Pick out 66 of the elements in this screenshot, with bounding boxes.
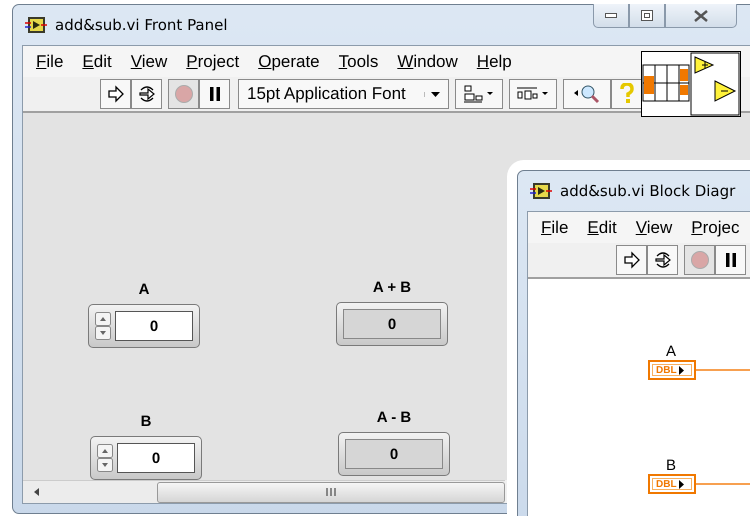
menu-item[interactable]: Operate: [258, 52, 320, 72]
stop-sign-icon: [690, 250, 710, 270]
maximize-button[interactable]: [629, 4, 665, 28]
restore-icon: [641, 10, 653, 21]
scrollbar-thumb[interactable]: [157, 482, 505, 502]
dropdown-arrow-icon: [424, 92, 440, 96]
terminal-label: B: [666, 457, 676, 474]
output-arrow-icon: [678, 480, 684, 488]
control-label: A + B: [372, 279, 412, 296]
stop-sign-icon: [174, 84, 194, 104]
close-icon: [694, 10, 708, 22]
menu-item[interactable]: Projec: [691, 218, 740, 238]
vi-icon: [25, 16, 47, 34]
align-icon: [462, 84, 496, 104]
numeric-value: 0: [343, 309, 441, 339]
question-mark-icon: [618, 83, 634, 105]
menu-item[interactable]: Window: [397, 52, 458, 72]
run-arrow-icon: [106, 85, 126, 103]
zoom-button[interactable]: [563, 79, 611, 109]
horizontal-scrollbar[interactable]: [23, 480, 505, 503]
close-button[interactable]: [665, 4, 737, 28]
numeric-value: 0: [345, 439, 443, 469]
menu-item[interactable]: Edit: [82, 52, 112, 72]
menu-item[interactable]: Tools: [338, 52, 378, 72]
pause-button[interactable]: [715, 245, 746, 275]
menu-item[interactable]: Edit: [587, 218, 617, 238]
menu-item[interactable]: Help: [476, 52, 512, 72]
numeric-value[interactable]: 0: [117, 443, 195, 473]
output-arrow-icon: [678, 366, 684, 374]
font-dropdown[interactable]: 15pt Application Font: [238, 79, 449, 109]
increment-decrement-icon[interactable]: [95, 312, 111, 340]
run-button[interactable]: [100, 79, 131, 109]
circular-arrows-icon: [136, 85, 156, 103]
terminal-label: A: [666, 343, 676, 360]
numeric-control[interactable]: 0: [88, 304, 200, 348]
menu-item[interactable]: Project: [186, 52, 240, 72]
window-title: add&sub.vi Block Diagr: [560, 182, 736, 200]
pause-icon: [724, 252, 738, 268]
run-button[interactable]: [616, 245, 647, 275]
run-continuously-button[interactable]: [647, 245, 678, 275]
help-button[interactable]: [611, 79, 642, 109]
run-arrow-icon: [622, 251, 642, 269]
terminal-type: DBL: [655, 478, 677, 490]
menu-item[interactable]: File: [36, 52, 64, 72]
menu-item[interactable]: View: [636, 218, 672, 238]
scroll-left-icon[interactable]: [33, 487, 41, 497]
control-label: B: [140, 413, 152, 430]
vi-icon: [530, 182, 552, 200]
minimize-icon: [605, 12, 617, 18]
window-title: add&sub.vi Front Panel: [55, 16, 228, 34]
control-label: A - B: [376, 409, 412, 426]
distribute-objects-button[interactable]: [509, 79, 557, 109]
grip-icon: [326, 488, 336, 496]
minimize-button[interactable]: [593, 4, 629, 28]
terminal-type: DBL: [655, 364, 677, 376]
increment-decrement-icon[interactable]: [97, 444, 113, 472]
menu-item[interactable]: View: [130, 52, 168, 72]
pause-button[interactable]: [199, 79, 230, 109]
pause-icon: [208, 86, 222, 102]
numeric-value[interactable]: 0: [115, 311, 193, 341]
align-objects-button[interactable]: [455, 79, 503, 109]
control-label: A: [138, 281, 150, 298]
numeric-control[interactable]: 0: [90, 436, 202, 480]
circular-arrows-icon: [652, 251, 672, 269]
menu-item[interactable]: File: [541, 218, 568, 238]
run-continuously-button[interactable]: [131, 79, 162, 109]
